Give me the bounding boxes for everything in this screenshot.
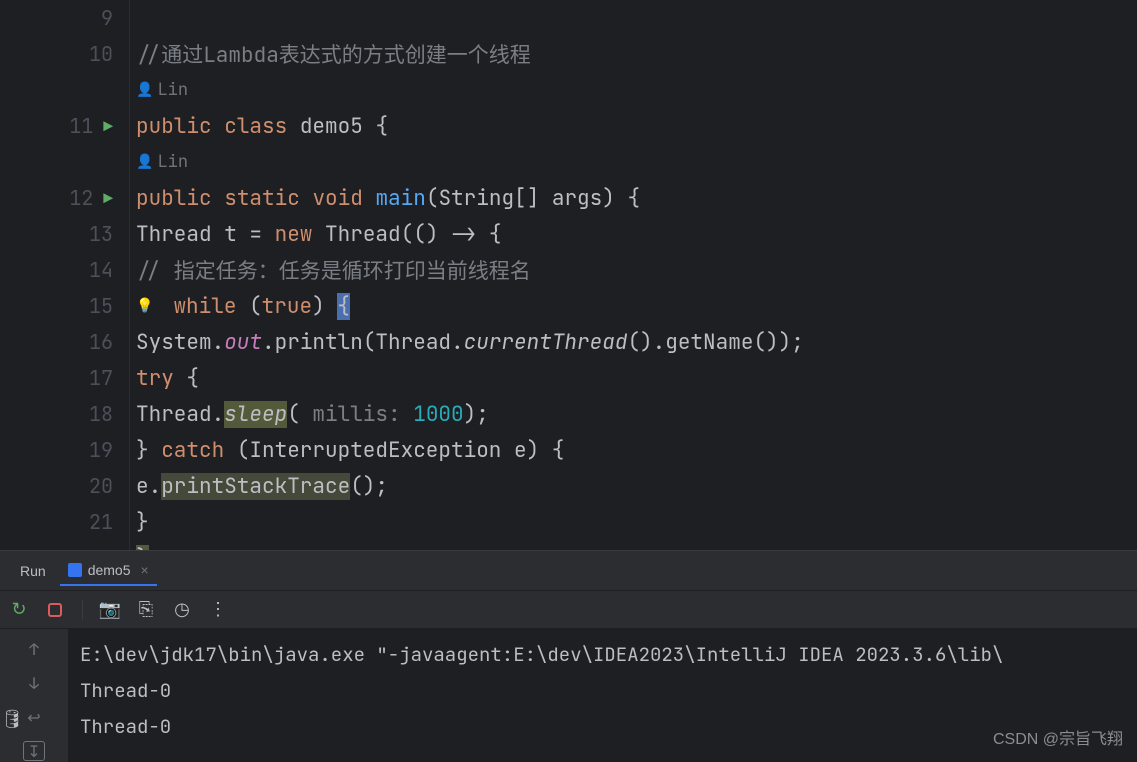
code-text: (); bbox=[350, 473, 388, 500]
code-text: System. bbox=[136, 329, 224, 356]
line-number: 16 bbox=[73, 329, 113, 355]
code-text: ().getName()); bbox=[627, 329, 803, 356]
line-number: 15 bbox=[73, 293, 113, 319]
line-number: 12 bbox=[53, 185, 93, 211]
profiler-icon[interactable]: ◷ bbox=[173, 601, 191, 619]
keyword: while bbox=[173, 293, 236, 320]
code-text: Thread t = bbox=[136, 221, 275, 248]
code-comment: //通过Lambda表达式的方式创建一个线程 bbox=[136, 39, 531, 69]
gutter: 9 10 11 ▶ 12 ▶ 13 14 15 16 17 18 19 20 21 bbox=[0, 0, 130, 550]
intention-bulb-icon[interactable]: 💡 bbox=[136, 297, 153, 315]
keyword: void bbox=[312, 185, 362, 212]
toolbar-divider bbox=[82, 600, 83, 620]
console-line: Thread-0 bbox=[80, 709, 1125, 745]
line-number: 9 bbox=[73, 5, 113, 31]
run-gutter-icon[interactable]: ▶ bbox=[103, 116, 113, 137]
brace: } bbox=[136, 509, 149, 536]
paren: ( bbox=[287, 401, 300, 428]
author-name: Lin bbox=[157, 79, 188, 101]
run-side-toolbar: ↑ ↓ ↩ ↧ bbox=[0, 629, 68, 762]
author-name: Lin bbox=[157, 151, 188, 173]
author-icon: 👤 bbox=[136, 81, 153, 99]
keyword: static bbox=[224, 185, 300, 212]
keyword: new bbox=[275, 221, 313, 248]
console-line: E:\dev\jdk17\bin\java.exe "-javaagent:E:… bbox=[80, 637, 1125, 673]
exit-icon[interactable]: ⎘ bbox=[137, 601, 155, 619]
method-call: currentThread bbox=[464, 329, 628, 356]
run-toolbar: ↻ 📷 ⎘ ◷ ⋮ bbox=[0, 591, 1137, 629]
console-output[interactable]: E:\dev\jdk17\bin\java.exe "-javaagent:E:… bbox=[68, 629, 1137, 762]
code-comment: // 指定任务：任务是循环打印当前线程名 bbox=[136, 255, 531, 285]
scroll-up-icon[interactable]: ↑ bbox=[24, 639, 44, 659]
soft-wrap-icon[interactable]: ↩ bbox=[24, 707, 44, 727]
params: (String[] args) { bbox=[426, 185, 640, 212]
keyword: public bbox=[136, 185, 212, 212]
method-name: main bbox=[375, 185, 425, 212]
method-call: sleep bbox=[224, 401, 287, 428]
author-icon: 👤 bbox=[136, 153, 153, 171]
code-text: Thread(() -> { bbox=[312, 221, 501, 248]
run-config-icon bbox=[68, 563, 82, 577]
code-editor[interactable]: 9 10 11▶ 12▶ 13 14 15 16 17 18 19 20 21 … bbox=[0, 0, 1137, 550]
scroll-to-end-icon[interactable]: ↧ bbox=[23, 741, 45, 761]
line-number: 20 bbox=[73, 473, 113, 499]
keyword: class bbox=[224, 113, 287, 140]
watermark: CSDN @宗旨飞翔 bbox=[993, 725, 1123, 749]
paren: ) bbox=[312, 293, 325, 320]
inlay-hint: millis: bbox=[300, 401, 413, 428]
code-text: Thread. bbox=[136, 401, 224, 428]
brace: { bbox=[174, 365, 199, 392]
run-label: Run bbox=[10, 557, 56, 585]
field-ref: out bbox=[224, 329, 262, 356]
close-tab-icon[interactable]: × bbox=[141, 562, 149, 578]
more-icon[interactable]: ⋮ bbox=[209, 601, 227, 619]
code-text: .println(Thread. bbox=[262, 329, 464, 356]
line-number: 19 bbox=[73, 437, 113, 463]
console-line: Thread-0 bbox=[80, 673, 1125, 709]
stop-icon[interactable] bbox=[46, 601, 64, 619]
line-number: 14 bbox=[73, 257, 113, 283]
brace: } bbox=[136, 437, 161, 464]
line-number: 10 bbox=[73, 41, 113, 67]
run-gutter-icon[interactable]: ▶ bbox=[103, 188, 113, 209]
method-call: printStackTrace bbox=[161, 473, 350, 500]
run-tabs: Run demo5 × bbox=[0, 551, 1137, 591]
line-number: 21 bbox=[73, 509, 113, 535]
keyword: try bbox=[136, 365, 174, 392]
class-name: demo5 bbox=[300, 113, 363, 140]
code-text: e. bbox=[136, 473, 161, 500]
run-tab-label: demo5 bbox=[88, 562, 131, 578]
code-area[interactable]: //通过Lambda表达式的方式创建一个线程 👤Lin public class… bbox=[130, 0, 1137, 550]
brace: { bbox=[375, 113, 388, 140]
code-text: ); bbox=[464, 401, 489, 428]
line-number: 17 bbox=[73, 365, 113, 391]
scroll-down-icon[interactable]: ↓ bbox=[24, 673, 44, 693]
line-number: 18 bbox=[73, 401, 113, 427]
brace: } bbox=[136, 545, 149, 551]
run-tool-window: Run demo5 × ↻ 📷 ⎘ ◷ ⋮ ↑ ↓ ↩ ↧ E:\dev\jdk… bbox=[0, 550, 1137, 761]
rerun-icon[interactable]: ↻ bbox=[10, 601, 28, 619]
paren: ( bbox=[249, 293, 262, 320]
left-stripe-icon[interactable]: 🛢 bbox=[0, 707, 24, 731]
screenshot-icon[interactable]: 📷 bbox=[101, 601, 119, 619]
number-literal: 1000 bbox=[413, 401, 463, 428]
code-text: (InterruptedException e) { bbox=[224, 437, 564, 464]
cursor-position: { bbox=[337, 293, 350, 320]
line-number: 11 bbox=[53, 113, 93, 139]
keyword: public bbox=[136, 113, 212, 140]
keyword: true bbox=[262, 293, 312, 320]
run-tab-demo5[interactable]: demo5 × bbox=[60, 556, 157, 586]
line-number: 13 bbox=[73, 221, 113, 247]
keyword: catch bbox=[161, 437, 224, 464]
